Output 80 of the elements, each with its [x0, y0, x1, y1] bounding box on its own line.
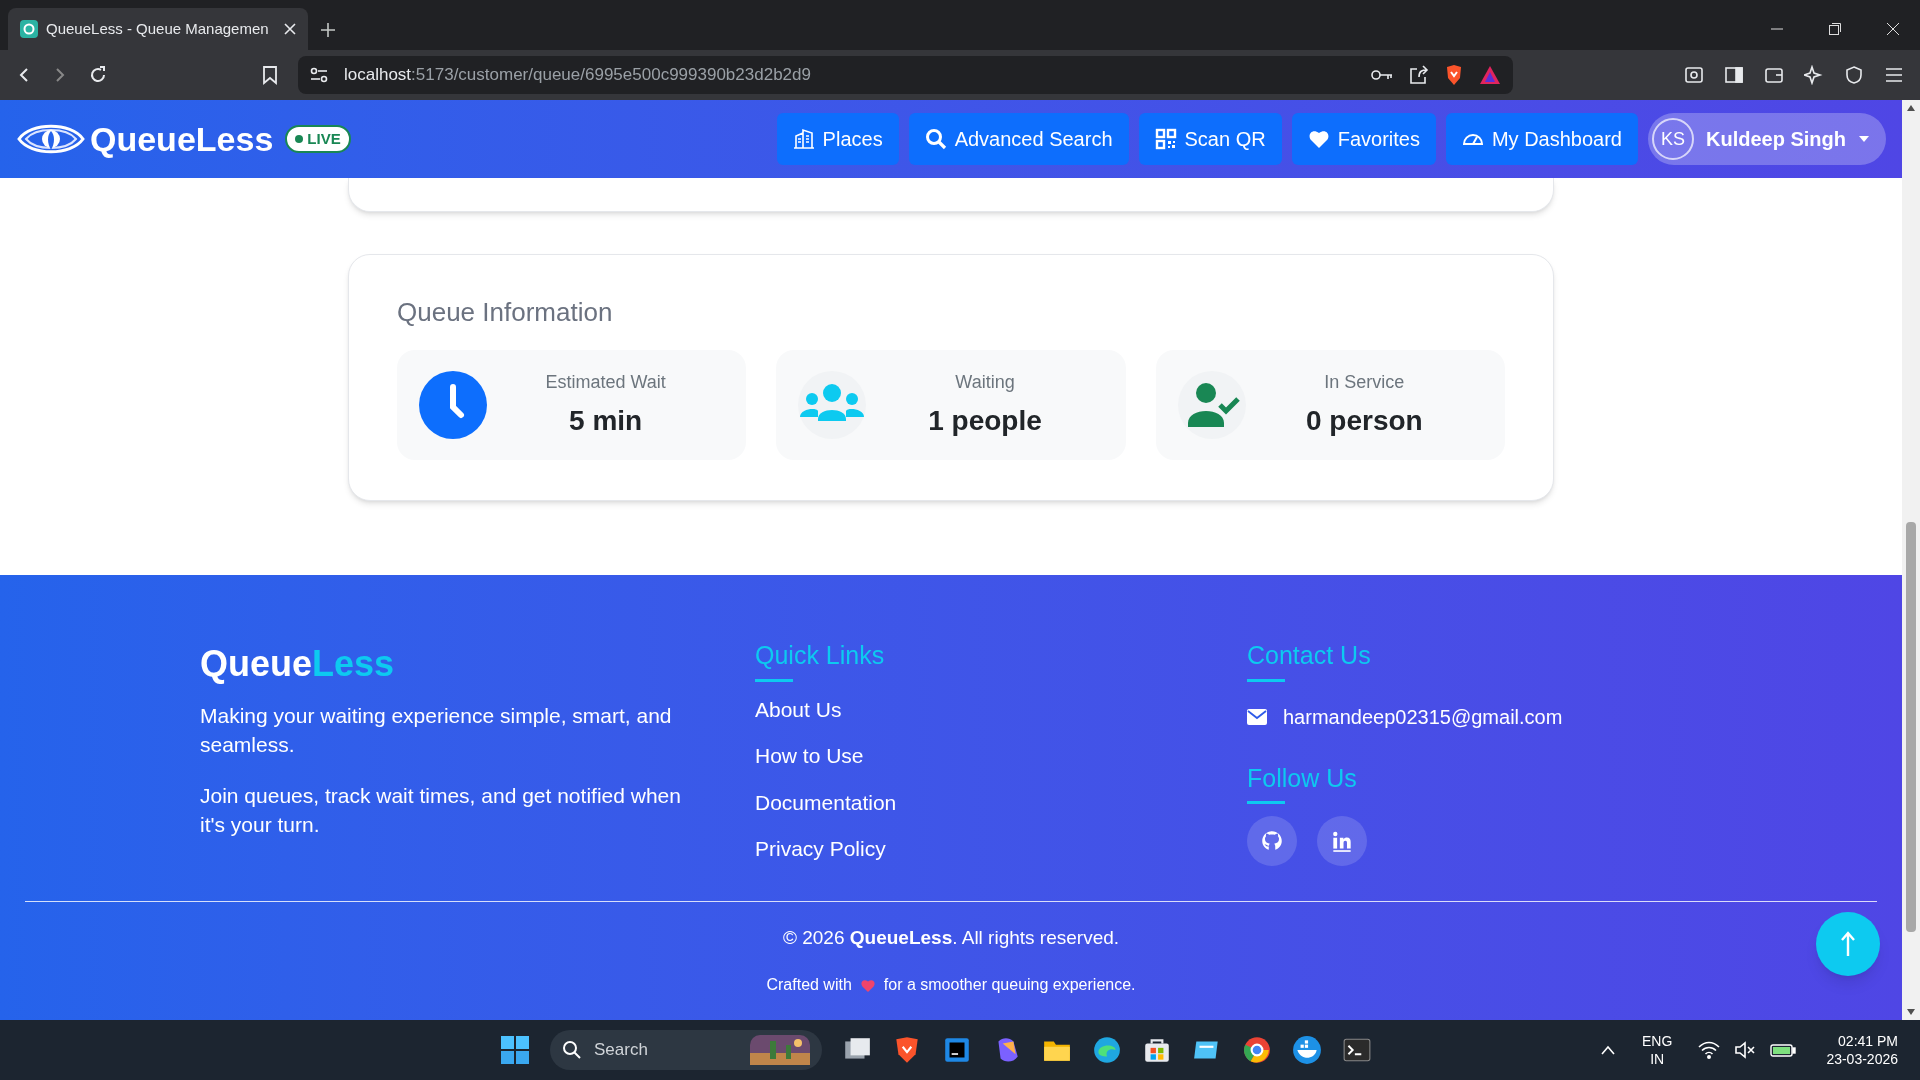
footer-heading: Follow Us	[1247, 762, 1358, 794]
nav-button[interactable]: Scan QR	[1138, 113, 1282, 165]
social-button[interactable]	[1247, 816, 1297, 866]
search-icon	[924, 128, 947, 150]
nav-button[interactable]: Places	[776, 113, 899, 165]
new-tab-icon[interactable]	[320, 22, 336, 38]
footer-heading: Quick Links	[755, 640, 886, 671]
reload-icon[interactable]	[88, 65, 108, 85]
tab-favicon-icon	[20, 20, 38, 38]
qr-code-icon	[1154, 128, 1177, 150]
battery-icon[interactable]	[1770, 1042, 1797, 1058]
user-menu-button[interactable]: KS Kuldeep Singh	[1648, 113, 1886, 165]
bookmark-icon[interactable]	[262, 65, 278, 85]
vpn-icon[interactable]	[1844, 65, 1864, 85]
caret-icon	[1858, 135, 1870, 143]
restore-icon[interactable]	[1828, 22, 1842, 36]
sidebar-icon[interactable]	[1724, 65, 1744, 85]
footer-link[interactable]: How to Use	[755, 740, 864, 772]
nav-button[interactable]: My Dashboard	[1445, 113, 1638, 165]
menu-icon[interactable]	[1884, 65, 1904, 85]
chevron-up-icon[interactable]	[1600, 1045, 1617, 1055]
copyright-text: © 2026 QueueLess. All rights reserved.	[782, 926, 1120, 950]
address-bar[interactable]: localhost:5173/customer/queue/6995e500c999390b23d2b2d9	[298, 56, 1513, 94]
heart-icon	[859, 977, 876, 992]
whale-icon[interactable]	[1292, 1035, 1322, 1065]
scroll-up-icon[interactable]	[1906, 104, 1916, 112]
search-icon	[562, 1040, 582, 1060]
card-title: Queue Information	[397, 296, 614, 329]
stat-label: Waiting	[955, 370, 1015, 394]
globe-icon[interactable]	[1092, 1035, 1122, 1065]
scroll-to-top-button[interactable]	[1816, 912, 1880, 976]
search-field[interactable]: Search	[550, 1030, 822, 1070]
key-icon[interactable]	[1371, 68, 1393, 82]
footer-brand: QueueLess	[200, 642, 396, 686]
user-check-icon	[1177, 371, 1246, 439]
stat-value: 1 people	[928, 403, 1042, 438]
share-icon[interactable]	[1409, 65, 1429, 85]
clock-icon	[419, 371, 487, 439]
scroll-down-icon[interactable]	[1906, 1008, 1916, 1016]
footer-note: Crafted with	[766, 974, 852, 995]
site-settings-icon[interactable]	[310, 67, 328, 83]
shield-icon[interactable]	[1445, 64, 1463, 86]
screenshot-icon[interactable]	[1684, 65, 1704, 85]
scrollbar-thumb[interactable]	[1906, 522, 1916, 932]
envelope-icon	[1247, 708, 1267, 725]
footer-link[interactable]: About Us	[755, 693, 842, 725]
brand-name[interactable]: QueueLess	[90, 113, 274, 165]
stat-label: Estimated Wait	[545, 370, 666, 394]
building-icon	[792, 128, 815, 150]
live-badge: LIVE	[285, 124, 351, 154]
footer-note: for a smoother queuing experience.	[883, 974, 1136, 995]
stat-value: 0 person	[1305, 403, 1423, 438]
email-link[interactable]: harmandeep02315@gmail.com	[1283, 701, 1563, 732]
people-icon	[798, 371, 867, 439]
footer-tagline: Making your waiting experience simple, smart, and seamless.	[200, 703, 673, 758]
stat-value: 5 min	[569, 403, 643, 438]
footer-link[interactable]: Privacy Policy	[755, 833, 886, 865]
footer-tagline: Join queues, track wait times, and get notified when it's your turn.	[200, 783, 682, 838]
nav-button[interactable]: Advanced Search	[908, 113, 1129, 165]
mute-icon[interactable]	[1734, 1041, 1757, 1059]
arrow-up-icon	[1840, 931, 1856, 957]
user-avatar: KS	[1652, 118, 1694, 160]
start-icon[interactable]	[500, 1035, 530, 1065]
wifi-icon[interactable]	[1698, 1041, 1721, 1059]
scrollbar[interactable]	[1902, 100, 1920, 1020]
heart-icon	[1307, 128, 1330, 150]
browser-tab[interactable]: QueueLess - Queue Managemen	[8, 8, 308, 50]
stat-label: In Service	[1324, 370, 1405, 394]
social-button[interactable]	[1317, 816, 1367, 866]
app-icon[interactable]	[942, 1035, 972, 1065]
clock[interactable]: 02:41 PM 23-03-2026	[1826, 1032, 1898, 1068]
close-icon[interactable]	[1886, 22, 1900, 36]
wallet-icon[interactable]	[1764, 65, 1784, 85]
footer-heading: Contact Us	[1247, 640, 1372, 671]
triangle-icon[interactable]	[1479, 65, 1501, 85]
footer-link[interactable]: Documentation	[755, 786, 897, 818]
language-indicator[interactable]: ENG IN	[1642, 1032, 1673, 1068]
circle-icon[interactable]	[1242, 1035, 1272, 1065]
close-icon[interactable]	[284, 23, 296, 35]
nav-button[interactable]: Favorites	[1291, 113, 1436, 165]
